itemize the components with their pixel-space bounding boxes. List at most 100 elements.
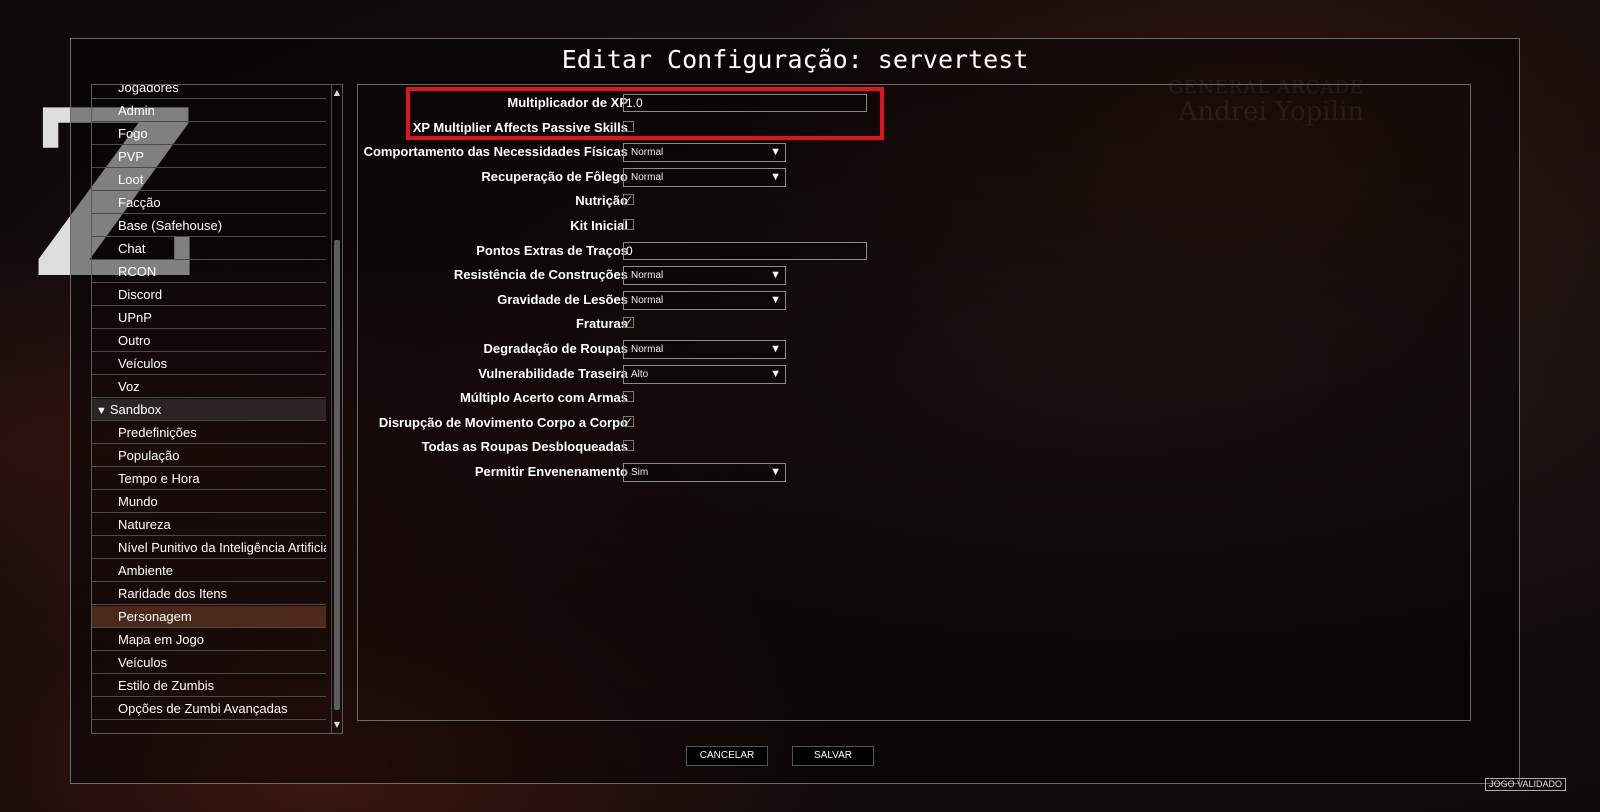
fraturas-checkbox[interactable]: ✓ [623,316,634,330]
multiplo-acerto-com-armas-checkbox[interactable] [623,391,634,403]
sidebar-item-nivel-punitivo-da-inteligencia-artificial[interactable]: Nível Punitivo da Inteligência Artificia… [92,537,326,559]
setting-row-multiplo-acerto-com-armas: Múltiplo Acerto com Armas [358,387,888,409]
edit-config-dialog: Editar Configuração: servertest Jogadore… [70,38,1520,784]
sidebar-item-label: Facção [118,195,161,210]
checkmark-icon: ✓ [624,193,634,207]
cancel-button[interactable]: CANCELAR [686,746,768,766]
sidebar-item-chat[interactable]: Chat [92,238,326,260]
sidebar-item-pvp[interactable]: PVP [92,146,326,168]
sidebar-item-base-safehouse[interactable]: Base (Safehouse) [92,215,326,237]
pontos-extras-de-tracos-input[interactable]: 0 [623,241,867,260]
setting-row-xp-multiplier-affects-passive-skills: XP Multiplier Affects Passive Skills [358,117,888,139]
sidebar-item-label: Mundo [118,494,158,509]
sidebar-item-mapa-em-jogo[interactable]: Mapa em Jogo [92,629,326,651]
sidebar-item-mundo[interactable]: Mundo [92,491,326,513]
vulnerabilidade-traseira-dropdown[interactable]: Alto ▼ [623,364,786,384]
sidebar-item-fogo[interactable]: Fogo [92,123,326,145]
sidebar-item-admin[interactable]: Admin [92,100,326,122]
sidebar-item-veiculos[interactable]: Veículos [92,353,326,375]
setting-row-gravidade-de-lesoes: Gravidade de Lesões Normal ▼ [358,289,888,311]
dropdown-arrow-icon: ▼ [770,146,781,159]
checkmark-icon: ✓ [624,316,634,330]
scroll-up-arrow-icon[interactable]: ▲ [332,87,342,99]
sidebar-item-label: Base (Safehouse) [118,218,223,233]
sidebar-item-label: Sandbox [109,402,162,417]
degradacao-de-roupas-dropdown[interactable]: Normal ▼ [623,340,786,359]
sidebar-item-label: PVP [118,149,145,164]
sidebar-item-loot[interactable]: Loot [92,169,326,191]
sidebar-item-label: Admin [118,103,155,118]
permitir-envenenamento-dropdown[interactable]: Sim ▼ [623,463,786,482]
setting-row-nutricao: Nutrição ✓ [358,190,888,212]
setting-label: Múltiplo Acerto com Armas [459,390,628,406]
multiplicador-de-xp-input[interactable]: 1.0 [623,94,867,112]
sidebar-item-opcoes-de-zumbi-avancadas[interactable]: Opções de Zumbi Avançadas [92,698,326,720]
setting-row-degradacao-de-roupas: Degradação de Roupas Normal ▼ [358,338,888,360]
sidebar-item-label: Veículos [118,356,168,371]
sidebar-item-label: Opções de Zumbi Avançadas [118,701,288,716]
sidebar-item-label: População [118,448,180,463]
dialog-title: Editar Configuração: servertest [561,45,1029,74]
sidebar-item-raridade-dos-itens[interactable]: Raridade dos Itens [92,583,326,605]
sidebar-item-discord[interactable]: Discord [92,284,326,306]
dropdown-arrow-icon: ▼ [770,343,781,355]
sidebar-item-predefinicoes[interactable]: Predefinições [92,422,326,444]
xp-multiplier-affects-passive-skills-checkbox[interactable] [623,120,634,132]
scrollbar-thumb[interactable] [334,240,340,710]
setting-row-fraturas: Fraturas ✓ [358,313,888,335]
setting-label: Permitir Envenenamento [474,464,628,479]
setting-label: XP Multiplier Affects Passive Skills [412,119,628,135]
sidebar-item-voz[interactable]: Voz [92,376,326,398]
sidebar-item-rcon[interactable]: RCON [92,261,326,283]
kit-inicial-checkbox[interactable] [623,219,634,230]
sidebar-item-label: RCON [118,264,157,279]
sidebar-item-ambiente[interactable]: Ambiente [92,560,326,582]
sidebar-item-natureza[interactable]: Natureza [92,514,326,536]
sidebar-item-faccao[interactable]: Facção [92,192,326,214]
setting-label: Nutrição [575,193,628,209]
sidebar-item-populacao[interactable]: População [92,445,326,467]
dropdown-value: Normal [631,171,664,183]
resistencia-de-construcoes-dropdown[interactable]: Normal ▼ [623,266,786,286]
setting-label: Gravidade de Lesões [497,291,628,307]
sidebar-list[interactable]: Jogadores Admin Fogo PVP Loot Facção Base (Saf… [91,84,343,734]
setting-label: Todas as Roupas Desbloqueadas [421,439,628,455]
sidebar-item-label: Chat [118,241,146,256]
game-validated-badge: JOGO VALIDADO [1485,778,1566,791]
setting-label: Multiplicador de XP [507,95,628,110]
sidebar-scrollbar[interactable]: ▲ ▼ [331,85,342,733]
sidebar-item-personagem[interactable]: Personagem [92,606,326,628]
comportamento-das-necessidades-fisicas-dropdown[interactable]: Normal ▼ [623,143,786,163]
setting-label: Resistência de Construções [453,267,628,283]
sidebar-item-label: Jogadores [118,84,179,95]
sidebar-item-veiculos[interactable]: Veículos [92,652,326,674]
dropdown-arrow-icon: ▼ [770,293,781,306]
sidebar-section-sandbox[interactable]: ▼ Sandbox [92,399,326,421]
sidebar-item-estilo-de-zumbis[interactable]: Estilo de Zumbis [92,675,326,697]
setting-row-kit-inicial: Kit Inicial [358,215,888,237]
gravidade-de-lesoes-dropdown[interactable]: Normal ▼ [623,290,786,310]
setting-row-pontos-extras-de-tracos: Pontos Extras de Traços 0 [358,240,888,262]
dropdown-arrow-icon: ▼ [770,170,781,183]
setting-row-comportamento-das-necessidades-fisicas: Comportamento das Necessidades Físicas No… [358,141,888,163]
sidebar-item-jogadores[interactable]: Jogadores [92,84,326,99]
scroll-down-arrow-icon[interactable]: ▼ [332,719,342,731]
sidebar-item-tempo-e-hora[interactable]: Tempo e Hora [92,468,326,490]
save-button[interactable]: SALVAR [792,746,874,766]
sidebar-item-upnp[interactable]: UPnP [92,307,326,329]
dropdown-arrow-icon: ▼ [770,466,781,478]
sidebar-item-label: Fogo [118,126,148,141]
nutricao-checkbox[interactable]: ✓ [623,193,634,207]
setting-label: Comportamento das Necessidades Físicas [363,144,628,160]
setting-label: Kit Inicial [570,218,628,233]
todas-as-roupas-desbloqueadas-checkbox[interactable] [623,440,634,452]
dropdown-arrow-icon: ▼ [770,269,781,282]
disrupcao-de-movimento-corpo-a-corpo-checkbox[interactable]: ✓ [623,415,634,427]
setting-label: Degradação de Roupas [483,341,629,356]
setting-row-resistencia-de-construcoes: Resistência de Construções Normal ▼ [358,264,888,286]
recuperacao-de-folego-dropdown[interactable]: Normal ▼ [623,167,786,187]
sidebar-item-label: Nível Punitivo da Inteligência Artificia… [118,540,326,555]
sidebar-item-label: Raridade dos Itens [118,586,228,601]
sidebar-item-label: Estilo de Zumbis [118,678,215,693]
sidebar-item-outro[interactable]: Outro [92,330,326,352]
